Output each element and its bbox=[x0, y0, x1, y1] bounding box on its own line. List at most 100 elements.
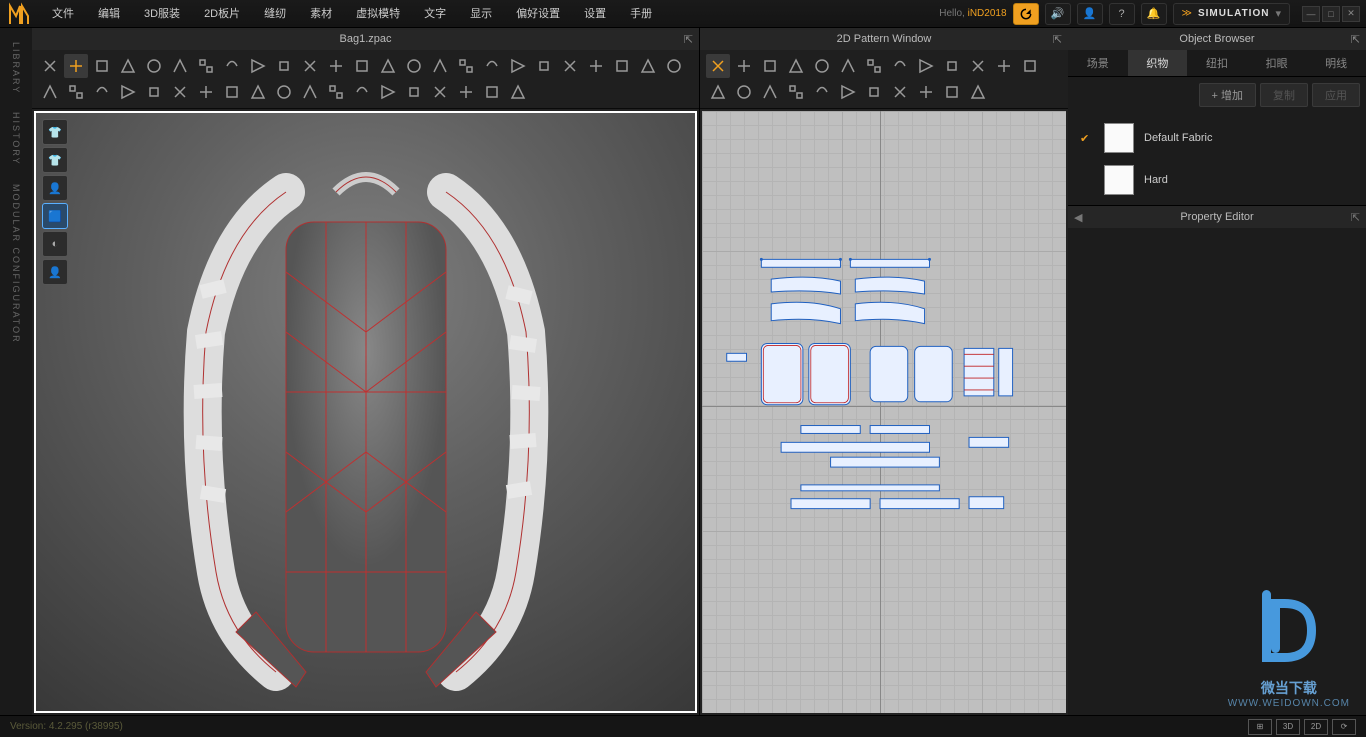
copy-button[interactable]: 复制 bbox=[1260, 83, 1308, 107]
status-view-3[interactable]: ⟳ bbox=[1332, 719, 1356, 735]
tb3d-tool-5[interactable] bbox=[168, 54, 192, 78]
tb3d-tool-1[interactable] bbox=[64, 54, 88, 78]
ob-tab-4[interactable]: 明线 bbox=[1306, 50, 1366, 76]
sound-icon[interactable]: 🔊 bbox=[1045, 3, 1071, 25]
view-person[interactable]: 👤 bbox=[42, 259, 68, 285]
tb2d-tool-20[interactable] bbox=[888, 80, 912, 104]
tb2d-tool-2[interactable] bbox=[758, 54, 782, 78]
3d-viewport[interactable]: 👕 👕 👤 🟦 ◐ 👤 bbox=[34, 111, 697, 713]
tb3d-tool-16[interactable] bbox=[454, 54, 478, 78]
tb3d-tool-27[interactable] bbox=[90, 80, 114, 104]
tb3d-tool-36[interactable] bbox=[324, 80, 348, 104]
tb3d-tool-25[interactable] bbox=[38, 80, 62, 104]
view-texture[interactable]: 🟦 bbox=[42, 203, 68, 229]
tb2d-tool-4[interactable] bbox=[810, 54, 834, 78]
ob-tab-1[interactable]: 织物 bbox=[1128, 50, 1188, 76]
tb3d-tool-28[interactable] bbox=[116, 80, 140, 104]
tb3d-tool-30[interactable] bbox=[168, 80, 192, 104]
popout-icon[interactable]: ⇱ bbox=[1351, 211, 1360, 224]
fabric-item-0[interactable]: ✔Default Fabric bbox=[1076, 117, 1358, 159]
sync-button[interactable] bbox=[1013, 3, 1039, 25]
tb2d-tool-17[interactable] bbox=[810, 80, 834, 104]
tb3d-tool-11[interactable] bbox=[324, 54, 348, 78]
status-view-0[interactable]: ⊞ bbox=[1248, 719, 1272, 735]
tb3d-tool-21[interactable] bbox=[584, 54, 608, 78]
tb2d-tool-7[interactable] bbox=[888, 54, 912, 78]
tb3d-tool-39[interactable] bbox=[402, 80, 426, 104]
menu-虚拟模特[interactable]: 虚拟模特 bbox=[344, 0, 412, 28]
tb2d-tool-18[interactable] bbox=[836, 80, 860, 104]
notification-icon[interactable]: 🔔 bbox=[1141, 3, 1167, 25]
tb3d-tool-24[interactable] bbox=[662, 54, 686, 78]
tb3d-tool-3[interactable] bbox=[116, 54, 140, 78]
ob-tab-2[interactable]: 纽扣 bbox=[1187, 50, 1247, 76]
maximize-button[interactable]: □ bbox=[1322, 6, 1340, 22]
tb3d-tool-22[interactable] bbox=[610, 54, 634, 78]
rail-modular configurator[interactable]: MODULAR CONFIGURATOR bbox=[11, 184, 21, 344]
help-icon[interactable]: ? bbox=[1109, 3, 1135, 25]
tb3d-tool-2[interactable] bbox=[90, 54, 114, 78]
tb3d-tool-41[interactable] bbox=[454, 80, 478, 104]
tb2d-tool-22[interactable] bbox=[940, 80, 964, 104]
tb3d-tool-8[interactable] bbox=[246, 54, 270, 78]
tb2d-tool-10[interactable] bbox=[966, 54, 990, 78]
tb2d-tool-6[interactable] bbox=[862, 54, 886, 78]
tb3d-tool-34[interactable] bbox=[272, 80, 296, 104]
tb3d-tool-40[interactable] bbox=[428, 80, 452, 104]
tb2d-tool-13[interactable] bbox=[706, 80, 730, 104]
tb3d-tool-4[interactable] bbox=[142, 54, 166, 78]
tb3d-tool-33[interactable] bbox=[246, 80, 270, 104]
tb3d-tool-0[interactable] bbox=[38, 54, 62, 78]
close-button[interactable]: ✕ bbox=[1342, 6, 1360, 22]
tb3d-tool-23[interactable] bbox=[636, 54, 660, 78]
menu-手册[interactable]: 手册 bbox=[618, 0, 664, 28]
rail-library[interactable]: LIBRARY bbox=[11, 42, 21, 94]
tb2d-tool-19[interactable] bbox=[862, 80, 886, 104]
rail-history[interactable]: HISTORY bbox=[11, 112, 21, 166]
prev-icon[interactable]: ◀ bbox=[1074, 211, 1082, 224]
tb2d-tool-11[interactable] bbox=[992, 54, 1016, 78]
menu-2D板片[interactable]: 2D板片 bbox=[192, 0, 252, 28]
2d-viewport[interactable] bbox=[702, 111, 1066, 713]
tb3d-tool-35[interactable] bbox=[298, 80, 322, 104]
popout-icon[interactable]: ⇱ bbox=[1351, 33, 1360, 46]
ob-tab-0[interactable]: 场景 bbox=[1068, 50, 1128, 76]
popout-icon[interactable]: ⇱ bbox=[1053, 33, 1062, 46]
fabric-item-1[interactable]: Hard bbox=[1076, 159, 1358, 201]
tb3d-tool-13[interactable] bbox=[376, 54, 400, 78]
tb3d-tool-38[interactable] bbox=[376, 80, 400, 104]
tb2d-tool-15[interactable] bbox=[758, 80, 782, 104]
tb2d-tool-16[interactable] bbox=[784, 80, 808, 104]
menu-缝纫[interactable]: 缝纫 bbox=[252, 0, 298, 28]
tb3d-tool-14[interactable] bbox=[402, 54, 426, 78]
add-button[interactable]: + 增加 bbox=[1199, 83, 1256, 107]
menu-编辑[interactable]: 编辑 bbox=[86, 0, 132, 28]
tb3d-tool-31[interactable] bbox=[194, 80, 218, 104]
tb3d-tool-17[interactable] bbox=[480, 54, 504, 78]
tb3d-tool-19[interactable] bbox=[532, 54, 556, 78]
tb2d-tool-3[interactable] bbox=[784, 54, 808, 78]
tb3d-tool-26[interactable] bbox=[64, 80, 88, 104]
menu-文件[interactable]: 文件 bbox=[40, 0, 86, 28]
tb3d-tool-7[interactable] bbox=[220, 54, 244, 78]
tb3d-tool-9[interactable] bbox=[272, 54, 296, 78]
tb3d-tool-32[interactable] bbox=[220, 80, 244, 104]
tb2d-tool-0[interactable] bbox=[706, 54, 730, 78]
tb2d-tool-5[interactable] bbox=[836, 54, 860, 78]
tb2d-tool-23[interactable] bbox=[966, 80, 990, 104]
menu-文字[interactable]: 文字 bbox=[412, 0, 458, 28]
menu-偏好设置[interactable]: 偏好设置 bbox=[504, 0, 572, 28]
minimize-button[interactable]: — bbox=[1302, 6, 1320, 22]
tb2d-tool-8[interactable] bbox=[914, 54, 938, 78]
tb2d-tool-14[interactable] bbox=[732, 80, 756, 104]
mode-selector[interactable]: ≫ SIMULATION ▾ bbox=[1173, 3, 1290, 25]
status-view-1[interactable]: 3D bbox=[1276, 719, 1300, 735]
tb3d-tool-42[interactable] bbox=[480, 80, 504, 104]
tb3d-tool-12[interactable] bbox=[350, 54, 374, 78]
tb3d-tool-10[interactable] bbox=[298, 54, 322, 78]
view-shade[interactable]: ◐ bbox=[42, 231, 68, 257]
tb2d-tool-1[interactable] bbox=[732, 54, 756, 78]
tb3d-tool-20[interactable] bbox=[558, 54, 582, 78]
tb3d-tool-18[interactable] bbox=[506, 54, 530, 78]
tb3d-tool-15[interactable] bbox=[428, 54, 452, 78]
